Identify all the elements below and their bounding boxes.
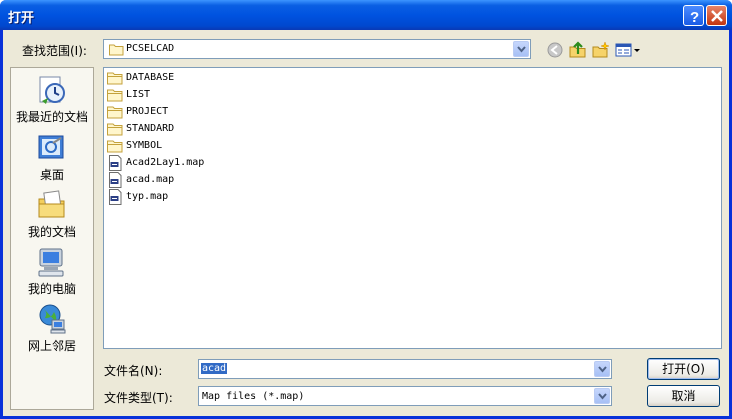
place-my-documents[interactable]: 我的文档 xyxy=(11,189,93,245)
folder-icon xyxy=(107,89,123,102)
file-type-label: 文件类型(T): xyxy=(104,391,173,405)
chevron-down-icon xyxy=(517,46,526,53)
chevron-down-icon xyxy=(598,366,607,373)
close-icon xyxy=(711,10,723,22)
look-in-dropdown-arrow[interactable] xyxy=(513,41,529,57)
place-desktop[interactable]: 桌面 xyxy=(11,132,93,188)
place-label: 网上邻居 xyxy=(27,339,76,353)
close-button[interactable] xyxy=(706,5,727,26)
title-bar[interactable]: 打开 ? xyxy=(0,0,732,30)
folder-icon xyxy=(107,123,123,136)
file-list[interactable]: DATABASE LIST PROJECT STANDARD SYMBOL Ac… xyxy=(103,67,722,349)
file-name: typ.map xyxy=(126,191,169,202)
open-button[interactable]: 打开(O) xyxy=(647,358,720,380)
folder-icon xyxy=(107,106,123,119)
file-name-dropdown-arrow[interactable] xyxy=(594,361,610,377)
file-name: DATABASE xyxy=(126,72,175,83)
back-button[interactable] xyxy=(546,41,564,59)
map-file-icon xyxy=(109,155,122,171)
cancel-button[interactable]: 取消 xyxy=(647,385,720,407)
new-folder-icon xyxy=(592,41,610,58)
my-documents-icon xyxy=(38,190,65,218)
file-name: Acad2Lay1.map xyxy=(126,157,205,168)
file-name: LIST xyxy=(126,89,151,100)
look-in-label: 查找范围(I): xyxy=(22,44,87,58)
view-menu-button[interactable] xyxy=(615,41,641,59)
file-name-label: 文件名(N): xyxy=(104,364,163,378)
help-icon: ? xyxy=(690,9,699,26)
back-icon xyxy=(547,42,563,58)
map-file-icon xyxy=(109,172,122,188)
chevron-down-icon xyxy=(598,393,607,400)
file-name: STANDARD xyxy=(126,123,175,134)
svg-text:?: ? xyxy=(690,9,699,26)
desktop-icon xyxy=(38,135,64,159)
file-name: acad.map xyxy=(126,174,175,185)
look-in-dropdown[interactable]: PCSELCAD xyxy=(103,39,531,59)
help-button[interactable]: ? xyxy=(683,5,704,26)
file-type-dropdown-arrow[interactable] xyxy=(594,388,610,404)
place-label: 我的电脑 xyxy=(27,282,76,296)
places-bar: 我最近的文档 桌面 我的文档 我的电脑 网上邻居 xyxy=(10,67,94,410)
folder-icon xyxy=(107,72,123,85)
new-folder-button[interactable] xyxy=(592,41,610,59)
recent-documents-icon xyxy=(39,76,65,104)
window-title: 打开 xyxy=(8,11,35,26)
folder-icon xyxy=(107,140,123,153)
view-menu-icon xyxy=(615,43,640,57)
file-type-value: Map files (*.map) xyxy=(202,391,305,402)
up-folder-button[interactable] xyxy=(569,41,587,59)
file-name-input[interactable]: acad xyxy=(201,363,228,374)
place-label: 我的文档 xyxy=(27,225,76,239)
up-folder-icon xyxy=(569,41,586,58)
file-name: PROJECT xyxy=(126,106,169,117)
map-file-icon xyxy=(109,189,122,205)
file-name-combo[interactable]: acad xyxy=(198,359,612,379)
place-recent-documents[interactable]: 我最近的文档 xyxy=(11,74,93,130)
place-label: 桌面 xyxy=(39,168,64,182)
place-my-computer[interactable]: 我的电脑 xyxy=(11,246,93,302)
my-computer-icon xyxy=(38,248,64,277)
file-type-dropdown[interactable]: Map files (*.map) xyxy=(198,386,612,406)
place-network-places[interactable]: 网上邻居 xyxy=(11,303,93,359)
place-label: 我最近的文档 xyxy=(15,110,88,124)
folder-icon xyxy=(109,44,124,56)
file-name: SYMBOL xyxy=(126,140,163,151)
network-places-icon xyxy=(39,304,66,334)
look-in-value: PCSELCAD xyxy=(126,43,175,54)
